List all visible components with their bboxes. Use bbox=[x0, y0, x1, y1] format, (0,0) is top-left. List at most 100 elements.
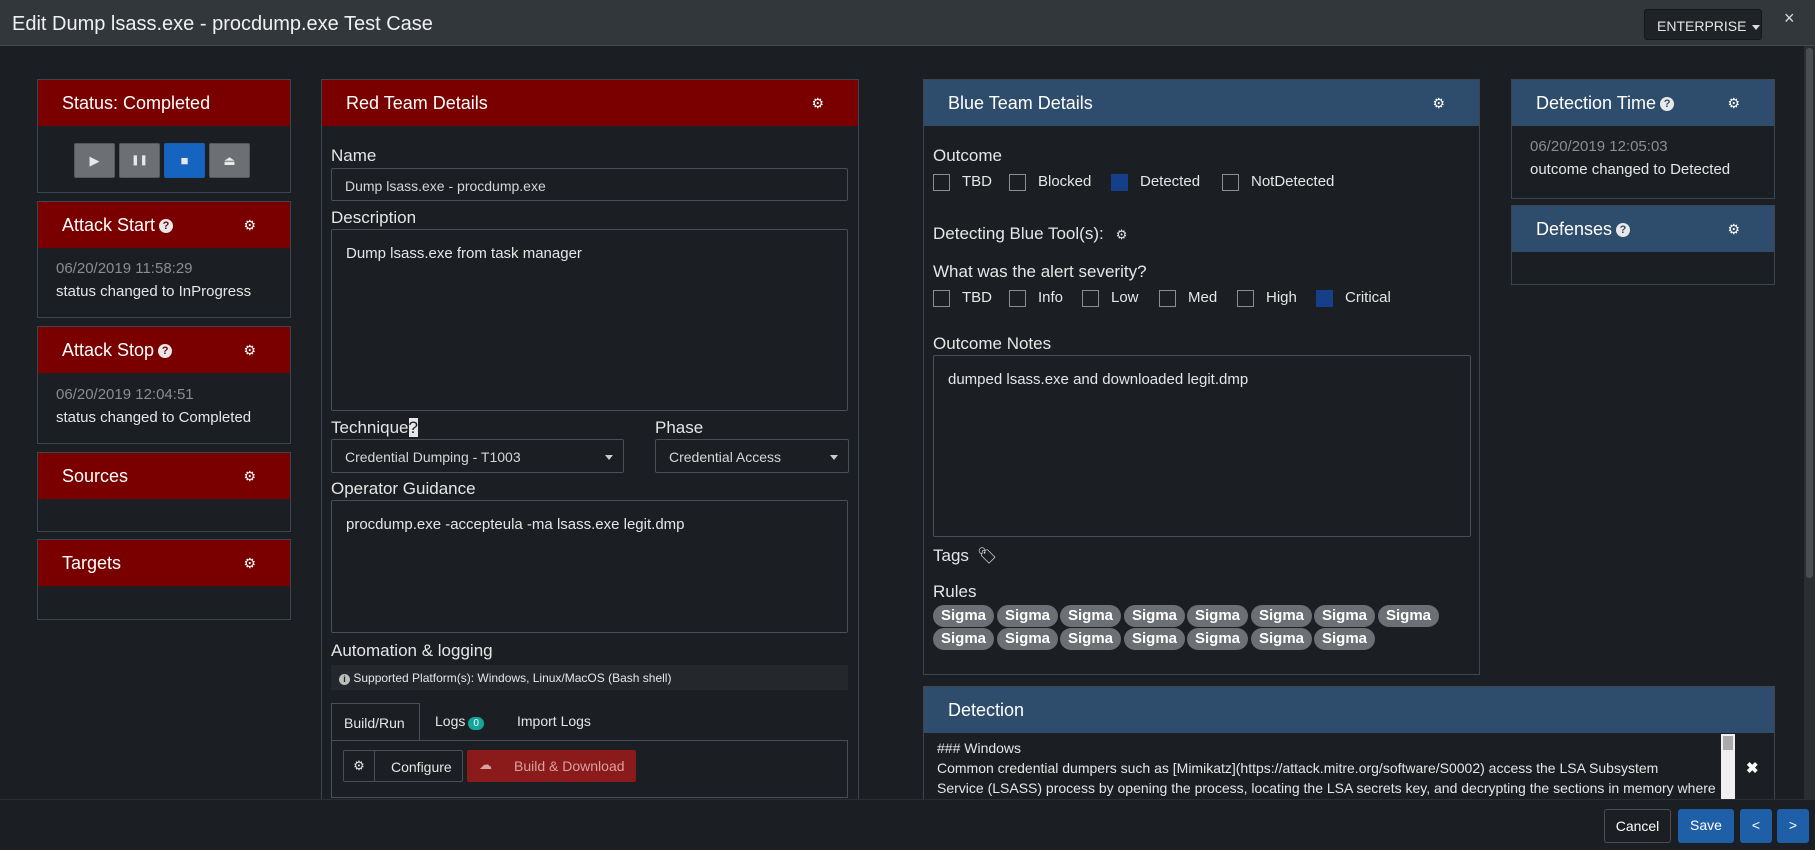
rule-pill[interactable]: Sigma bbox=[933, 628, 995, 650]
attack-start-panel: Attack Start? ⚙ 06/20/2019 11:58:29 statu… bbox=[37, 201, 291, 318]
build-download-button[interactable]: ☁ Build & Download bbox=[467, 750, 636, 782]
severity-high-label: High bbox=[1266, 289, 1297, 306]
attack-start-message: status changed to InProgress bbox=[56, 283, 252, 300]
help-icon[interactable]: ? bbox=[1660, 97, 1675, 111]
detection-time-message: outcome changed to Detected bbox=[1530, 161, 1731, 178]
cancel-button[interactable]: Cancel bbox=[1604, 809, 1671, 843]
detection-time-panel: Detection Time? ⚙ 06/20/2019 12:05:03 out… bbox=[1511, 79, 1775, 199]
rule-pill[interactable]: Sigma bbox=[1060, 628, 1122, 650]
tab-build-run[interactable]: Build/Run bbox=[331, 703, 420, 741]
save-button[interactable]: Save bbox=[1678, 809, 1734, 843]
page-scrollbar[interactable] bbox=[1804, 46, 1815, 799]
next-button[interactable]: > bbox=[1777, 809, 1809, 843]
severity-info-checkbox[interactable] bbox=[1009, 290, 1026, 307]
attack-stop-title: Attack Stop bbox=[62, 340, 155, 360]
blue-team-panel: Blue Team Details ⚙ Outcome TBD Blocked D… bbox=[923, 79, 1480, 675]
rule-pill[interactable]: Sigma bbox=[933, 605, 995, 627]
rule-pill[interactable]: Sigma bbox=[1124, 628, 1186, 650]
detection-textarea[interactable]: ### Windows Common credential dumpers su… bbox=[924, 734, 1736, 800]
help-icon[interactable]: ? bbox=[158, 344, 173, 358]
edition-dropdown[interactable]: ENTERPRISE bbox=[1644, 9, 1762, 40]
gear-icon[interactable]: ⚙ bbox=[1727, 95, 1740, 112]
gear-icon[interactable]: ⚙ bbox=[1116, 227, 1128, 242]
status-header: Status: Completed bbox=[38, 80, 290, 126]
rule-pill[interactable]: Sigma bbox=[1251, 605, 1313, 627]
name-input[interactable]: Dump lsass.exe - procdump.exe bbox=[331, 168, 848, 201]
outcome-detected-checkbox[interactable] bbox=[1111, 174, 1128, 191]
phase-select[interactable]: Credential Access bbox=[655, 439, 849, 473]
gear-icon[interactable]: ⚙ bbox=[243, 468, 256, 485]
targets-panel: Targets ⚙ bbox=[37, 539, 291, 620]
name-label: Name bbox=[331, 146, 377, 165]
help-icon[interactable]: ? bbox=[1616, 223, 1631, 237]
configure-button[interactable]: ⚙ Configure bbox=[343, 750, 463, 782]
close-icon[interactable]: × bbox=[1784, 8, 1795, 29]
detection-time-title: Detection Time bbox=[1536, 93, 1657, 113]
tab-import-logs[interactable]: Import Logs bbox=[517, 713, 591, 729]
attack-start-title: Attack Start bbox=[62, 215, 156, 235]
scrollbar-thumb[interactable] bbox=[1723, 736, 1733, 750]
gear-icon[interactable]: ⚙ bbox=[243, 217, 256, 234]
gear-icon[interactable]: ⚙ bbox=[243, 342, 256, 359]
detecting-tools-label: Detecting Blue Tool(s): ⚙ bbox=[933, 224, 1128, 243]
status-panel: Status: Completed ▶ ❚❚ ■ ⏏ bbox=[37, 79, 291, 193]
gear-icon[interactable]: ⚙ bbox=[1432, 95, 1445, 112]
help-icon[interactable]: ? bbox=[408, 418, 418, 437]
play-button[interactable]: ▶ bbox=[74, 143, 115, 178]
outcome-detected-label: Detected bbox=[1140, 173, 1201, 190]
description-textarea[interactable]: Dump lsass.exe from task manager bbox=[331, 229, 848, 411]
attack-start-timestamp: 06/20/2019 11:58:29 bbox=[56, 260, 193, 277]
phase-label: Phase bbox=[655, 418, 704, 437]
rule-pill[interactable]: Sigma bbox=[997, 605, 1059, 627]
rule-pill[interactable]: Sigma bbox=[997, 628, 1059, 650]
rule-pill[interactable]: Sigma bbox=[1314, 628, 1376, 650]
outcome-notdetected-checkbox[interactable] bbox=[1222, 174, 1239, 191]
severity-critical-checkbox[interactable] bbox=[1316, 290, 1333, 307]
rule-pill[interactable]: Sigma bbox=[1187, 628, 1249, 650]
modal-header: Edit Dump lsass.exe - procdump.exe Test … bbox=[0, 0, 1815, 46]
guidance-textarea[interactable]: procdump.exe -accepteula -ma lsass.exe l… bbox=[331, 500, 848, 633]
rule-pill[interactable]: Sigma bbox=[1251, 628, 1313, 650]
eject-icon: ⏏ bbox=[223, 153, 236, 168]
eject-button[interactable]: ⏏ bbox=[209, 143, 250, 178]
outcome-blocked-checkbox[interactable] bbox=[1009, 174, 1026, 191]
pause-button[interactable]: ❚❚ bbox=[119, 143, 160, 178]
tags-label: Tags 🏷 bbox=[933, 546, 998, 565]
scrollbar[interactable] bbox=[1721, 734, 1735, 800]
severity-tbd-label: TBD bbox=[962, 289, 992, 306]
severity-tbd-checkbox[interactable] bbox=[933, 290, 950, 307]
gear-icon[interactable]: ⚙ bbox=[243, 555, 256, 572]
gear-icon[interactable]: ⚙ bbox=[1727, 221, 1740, 238]
edition-label: ENTERPRISE bbox=[1657, 18, 1747, 34]
tags-icon[interactable]: 🏷 bbox=[977, 548, 997, 565]
severity-med-checkbox[interactable] bbox=[1159, 290, 1176, 307]
rule-pill[interactable]: Sigma bbox=[1060, 605, 1122, 627]
tab-logs[interactable]: Logs 0 bbox=[435, 713, 484, 730]
outcome-notes-textarea[interactable]: dumped lsass.exe and downloaded legit.dm… bbox=[933, 355, 1471, 537]
outcome-notdetected-label: NotDetected bbox=[1251, 173, 1335, 190]
clear-icon[interactable]: ✖ bbox=[1746, 759, 1759, 777]
technique-label: Technique? bbox=[331, 418, 418, 437]
outcome-label: Outcome bbox=[933, 146, 1002, 165]
sources-header: Sources ⚙ bbox=[38, 453, 290, 499]
help-icon[interactable]: ? bbox=[159, 219, 174, 233]
severity-low-checkbox[interactable] bbox=[1082, 290, 1099, 307]
rule-pill[interactable]: Sigma bbox=[1124, 605, 1186, 627]
outcome-tbd-checkbox[interactable] bbox=[933, 174, 950, 191]
defenses-header: Defenses? ⚙ bbox=[1512, 206, 1774, 252]
rule-pill[interactable]: Sigma bbox=[1314, 605, 1376, 627]
technique-select[interactable]: Credential Dumping - T1003 bbox=[331, 439, 624, 473]
severity-high-checkbox[interactable] bbox=[1237, 290, 1254, 307]
pause-icon: ❚❚ bbox=[131, 155, 148, 166]
modal-title: Edit Dump lsass.exe - procdump.exe Test … bbox=[12, 13, 433, 35]
rule-pill[interactable]: Sigma bbox=[1187, 605, 1249, 627]
prev-button[interactable]: < bbox=[1740, 809, 1772, 843]
rule-pill[interactable]: Sigma bbox=[1378, 605, 1440, 627]
stop-button[interactable]: ■ bbox=[164, 143, 205, 178]
rules-label: Rules bbox=[933, 582, 977, 601]
severity-critical-label: Critical bbox=[1345, 289, 1391, 306]
gear-icon[interactable]: ⚙ bbox=[811, 95, 824, 112]
description-label: Description bbox=[331, 208, 417, 227]
page-scrollbar-thumb[interactable] bbox=[1806, 48, 1813, 578]
blue-team-header: Blue Team Details ⚙ bbox=[924, 80, 1479, 126]
